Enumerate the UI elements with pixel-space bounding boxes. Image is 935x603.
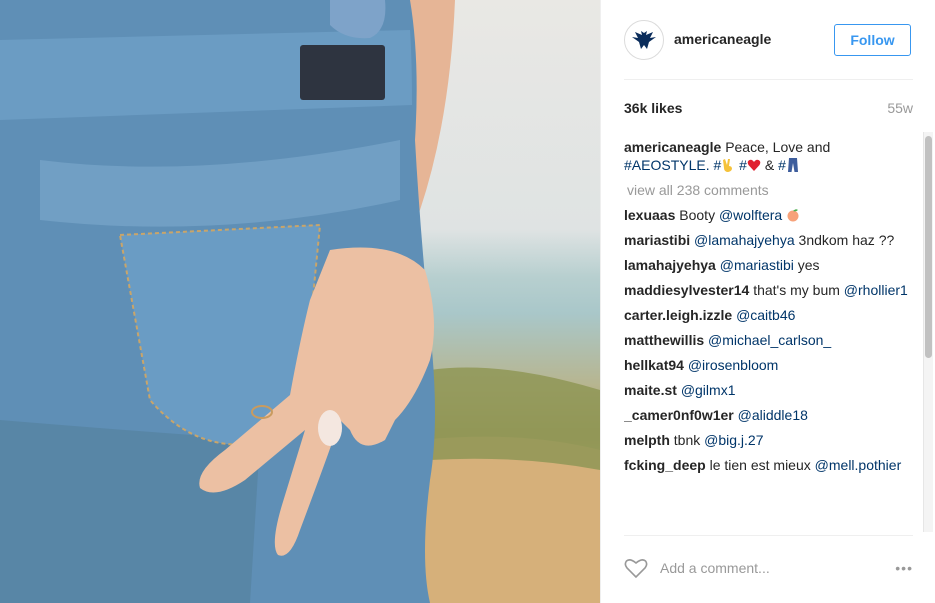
hashtag-love[interactable]: #: [739, 157, 761, 173]
caption-amp: &: [764, 157, 775, 173]
comment-mention[interactable]: @caitb46: [736, 307, 795, 323]
comment-mention[interactable]: @mariastibi: [720, 257, 794, 273]
caption: americaneagle Peace, Love and #AEOSTYLE.…: [624, 138, 909, 174]
comment-user[interactable]: fcking_deep: [624, 457, 706, 473]
comment-user[interactable]: matthewillis: [624, 332, 704, 348]
comment-mention[interactable]: @wolftera: [719, 207, 782, 223]
avatar[interactable]: [624, 20, 664, 60]
eagle-logo-icon: [632, 31, 656, 49]
comment-item: carter.leigh.izzle @caitb46: [624, 306, 909, 324]
comment-item: _camer0nf0w1er @aliddle18: [624, 406, 909, 424]
post-sidebar: americaneagle Follow 36k likes 55w ameri…: [600, 0, 935, 603]
comment-text: Booty: [679, 207, 716, 223]
caption-text: Peace, Love and: [725, 139, 831, 155]
comment-text: 3ndkom haz ??: [798, 232, 895, 248]
comment-user[interactable]: maddiesylvester14: [624, 282, 749, 298]
heart-icon[interactable]: [624, 557, 648, 579]
caption-hashtag[interactable]: #AEOSTYLE.: [624, 157, 710, 173]
caption-user[interactable]: americaneagle: [624, 139, 721, 155]
comment-mention[interactable]: @rhollier1: [844, 282, 908, 298]
hashtag-peace[interactable]: #: [713, 157, 735, 173]
comment-user[interactable]: melpth: [624, 432, 670, 448]
comment-footer: •••: [624, 535, 913, 603]
comments-scrollbar[interactable]: [923, 132, 933, 532]
comment-mention[interactable]: @michael_carlson_: [708, 332, 831, 348]
view-all-comments-link[interactable]: view all 238 comments: [627, 181, 916, 199]
likes-count[interactable]: 36k likes: [624, 100, 682, 116]
hashtag-jeans[interactable]: #: [778, 157, 800, 173]
comment-item: mariastibi @lamahajyehya 3ndkom haz ??: [624, 231, 909, 249]
more-options-icon[interactable]: •••: [895, 560, 913, 576]
comment-user[interactable]: maite.st: [624, 382, 677, 398]
comment-user[interactable]: carter.leigh.izzle: [624, 307, 732, 323]
comment-mention[interactable]: @aliddle18: [738, 407, 808, 423]
comment-user[interactable]: _camer0nf0w1er: [624, 407, 734, 423]
comment-user[interactable]: lamahajyehya: [624, 257, 716, 273]
comment-mention[interactable]: @irosenbloom: [688, 357, 778, 373]
photo-illustration: [0, 0, 600, 603]
comment-item: lexuaas Booty @wolftera: [624, 206, 909, 224]
comment-mention[interactable]: @gilmx1: [681, 382, 736, 398]
comment-item: melpth tbnk @big.j.27: [624, 431, 909, 449]
victory-hand-emoji: [723, 159, 733, 172]
comment-text: yes: [797, 257, 820, 273]
comment-text: that's my bum: [753, 282, 840, 298]
post-age[interactable]: 55w: [887, 100, 913, 116]
comment-item: fcking_deep le tien est mieux @mell.poth…: [624, 456, 909, 474]
comment-text: tbnk: [673, 432, 701, 448]
comment-item: maite.st @gilmx1: [624, 381, 909, 399]
comments-list[interactable]: americaneagle Peace, Love and #AEOSTYLE.…: [624, 138, 916, 530]
add-comment-input[interactable]: [660, 560, 860, 576]
post-photo[interactable]: [0, 0, 600, 603]
follow-button[interactable]: Follow: [834, 24, 911, 56]
comment-user[interactable]: mariastibi: [624, 232, 690, 248]
comment-item: matthewillis @michael_carlson_: [624, 331, 909, 349]
comment-mention[interactable]: @lamahajyehya: [694, 232, 795, 248]
comment-item: lamahajyehya @mariastibi yes: [624, 256, 909, 274]
comment-text: le tien est mieux: [709, 457, 811, 473]
post-username[interactable]: americaneagle: [674, 31, 771, 47]
likes-row: 36k likes 55w: [624, 100, 913, 120]
red-heart-emoji: [747, 159, 761, 171]
post-header: americaneagle Follow: [624, 20, 913, 80]
comment-item: maddiesylvester14 that's my bum @rhollie…: [624, 281, 909, 299]
comment-user[interactable]: hellkat94: [624, 357, 684, 373]
comment-item: hellkat94 @irosenbloom: [624, 356, 909, 374]
jeans-emoji: [787, 158, 798, 172]
comment-mention[interactable]: @mell.pothier: [815, 457, 902, 473]
peach-emoji: [787, 209, 799, 222]
comment-mention[interactable]: @big.j.27: [704, 432, 763, 448]
scrollbar-thumb[interactable]: [925, 136, 932, 358]
comment-user[interactable]: lexuaas: [624, 207, 675, 223]
